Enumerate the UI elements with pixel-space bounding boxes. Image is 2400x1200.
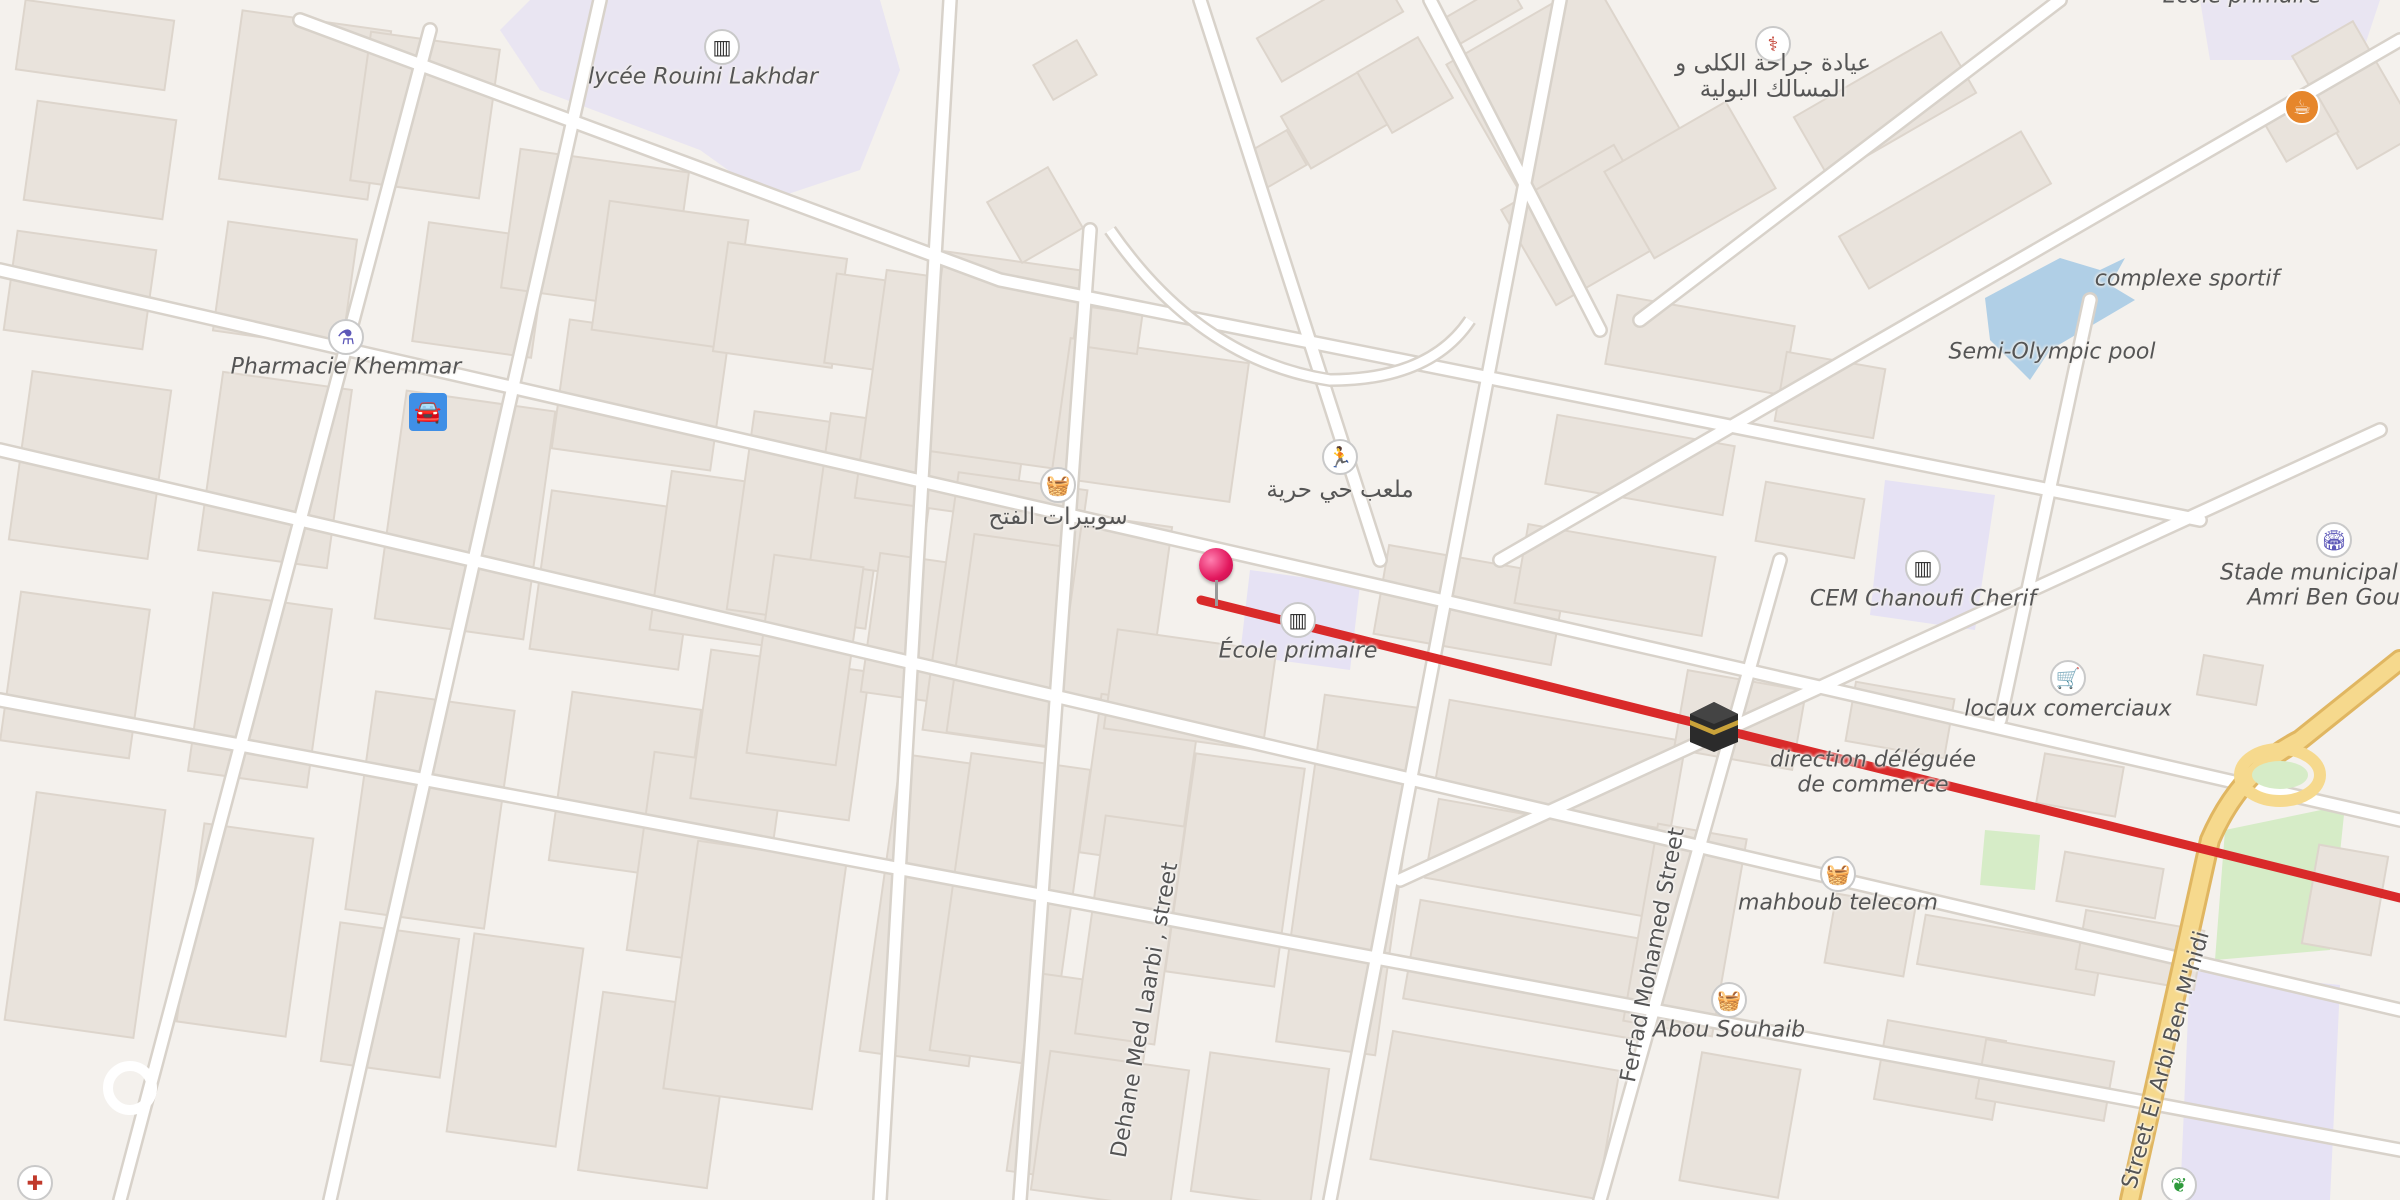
label-complexe: complexe sportif: [2094, 266, 2280, 292]
label-direction-line1: direction déléguée: [1769, 747, 1977, 773]
stadium-icon[interactable]: 🏟: [2316, 522, 2352, 558]
label-stade-line2: Amri Ben Gouid: [2247, 586, 2400, 611]
cafe-icon[interactable]: ☕: [2284, 89, 2320, 125]
label-stade-line1: Stade municipal C: [2219, 560, 2400, 586]
plant-icon[interactable]: ❦: [2161, 1167, 2197, 1200]
label-clinic-line1: عيادة جراحة الكلى و: [1675, 50, 1871, 77]
basket-icon[interactable]: 🧺: [1040, 467, 1076, 503]
label-clinic-line2: المسالك البولية: [1699, 77, 1847, 103]
label-clinic: عيادة جراحة الكلى و المسالك البولية: [1675, 51, 1871, 104]
kaaba-icon[interactable]: [1686, 698, 1742, 754]
label-pharmacie: Pharmacie Khemmar: [230, 354, 462, 380]
red-cross-icon[interactable]: ✚: [17, 1165, 53, 1200]
cart-icon[interactable]: 🛒: [2050, 660, 2086, 696]
school-icon[interactable]: ▥: [1905, 550, 1941, 586]
label-lycee: lycée Rouini Lakhdar: [587, 64, 819, 90]
label-stade: Stade municipal C Amri Ben Gouid: [2220, 561, 2400, 612]
label-abou: Abou Souhaib: [1652, 1017, 1806, 1043]
school-icon[interactable]: ▥: [1280, 602, 1316, 638]
label-superette-ar: سوبيرات الفتح: [988, 503, 1128, 530]
label-stade-ar: ملعب حي حرية: [1266, 476, 1414, 503]
school-icon[interactable]: ▥: [704, 29, 740, 65]
label-cem: CEM Chanoufi Cherif: [1809, 586, 2037, 612]
school-grounds-south: [2180, 970, 2340, 1200]
green-park-2: [1980, 830, 2040, 890]
label-direction-line2: de commerce: [1797, 773, 1949, 798]
car-icon[interactable]: 🚘: [409, 393, 447, 431]
roundabout-center: [2252, 761, 2308, 789]
label-locaux: locaux comerciaux: [1964, 696, 2172, 722]
label-pool: Semi-Olympic pool: [1948, 339, 2156, 365]
basket-icon[interactable]: 🧺: [1820, 856, 1856, 892]
map-canvas[interactable]: ▥ ⚕ ☕ ⚗ 🚘 🏃 🧺 ▥ ▥ 🏟 🛒 🧺 🧺 ✚ ❦ lycée Roui…: [0, 0, 2400, 1200]
label-ecole-primaire: École primaire: [1218, 638, 1378, 664]
label-ecole-top: École primaire: [2163, 0, 2322, 9]
basket-icon[interactable]: 🧺: [1711, 982, 1747, 1018]
pharmacy-icon[interactable]: ⚗: [328, 319, 364, 355]
label-mahboub: mahboub telecom: [1738, 890, 1938, 916]
running-icon[interactable]: 🏃: [1322, 439, 1358, 475]
location-pin-icon[interactable]: [1199, 548, 1235, 608]
label-direction: direction déléguée de commerce: [1770, 748, 1976, 799]
